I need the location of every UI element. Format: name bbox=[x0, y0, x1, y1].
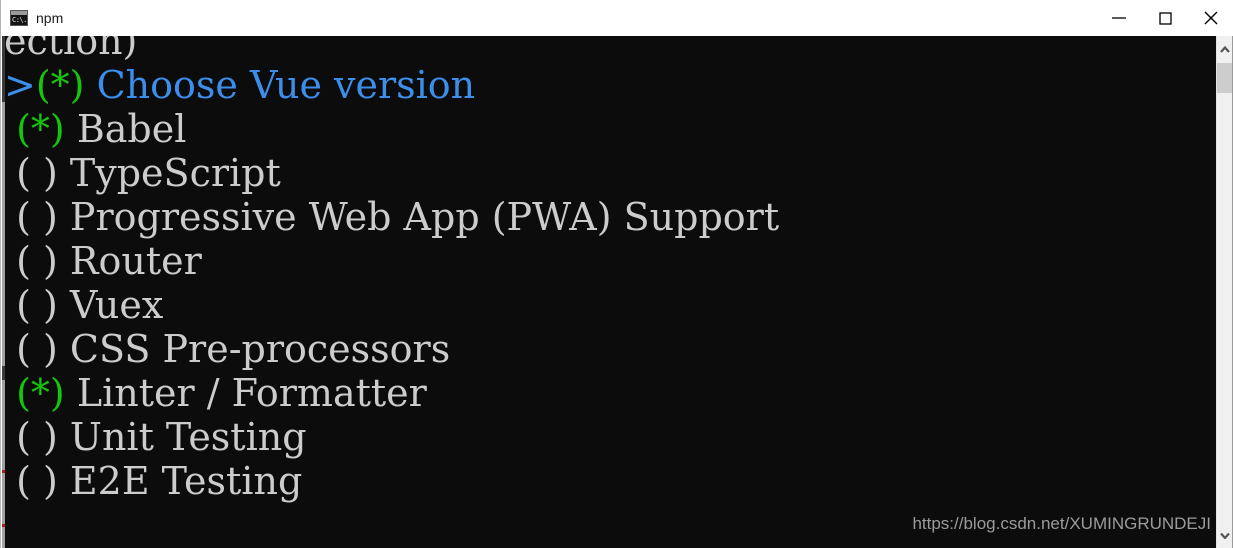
watermark-text: https://blog.csdn.net/XUMINGRUNDEJI bbox=[912, 514, 1211, 533]
window-left-edge-artifact bbox=[2, 36, 5, 548]
left-edge-notch bbox=[2, 36, 5, 102]
terminal-area[interactable]: ection) >(*) Choose Vue version (*) Babel… bbox=[2, 36, 1233, 548]
option-label[interactable]: Choose Vue version bbox=[97, 63, 476, 107]
prompt-option-row[interactable]: ( ) Router bbox=[2, 239, 1198, 283]
option-label[interactable]: Router bbox=[70, 239, 202, 283]
checkbox-unchecked-icon[interactable]: ( ) bbox=[16, 415, 58, 459]
checkbox-unchecked-icon[interactable]: ( ) bbox=[16, 151, 58, 195]
checkbox-unchecked-icon[interactable]: ( ) bbox=[16, 195, 58, 239]
option-label[interactable]: Linter / Formatter bbox=[77, 371, 427, 415]
selection-pointer-blank bbox=[4, 107, 16, 151]
option-label[interactable]: Progressive Web App (PWA) Support bbox=[70, 195, 779, 239]
checkbox-unchecked-icon[interactable]: ( ) bbox=[16, 459, 58, 503]
vertical-scrollbar[interactable] bbox=[1216, 36, 1233, 548]
selection-pointer-blank bbox=[4, 459, 16, 503]
option-label[interactable]: TypeScript bbox=[70, 151, 281, 195]
selection-pointer-blank bbox=[4, 239, 16, 283]
checkbox-checked-icon[interactable]: (*) bbox=[36, 63, 85, 107]
prompt-option-row[interactable]: ( ) E2E Testing bbox=[2, 459, 1198, 503]
prompt-option-row[interactable]: ( ) CSS Pre-processors bbox=[2, 327, 1198, 371]
option-label[interactable]: Vuex bbox=[70, 283, 163, 327]
prompt-option-row[interactable]: ( ) Progressive Web App (PWA) Support bbox=[2, 195, 1198, 239]
cmd-console-icon: C:\. bbox=[10, 10, 28, 26]
checkbox-unchecked-icon[interactable]: ( ) bbox=[16, 327, 58, 371]
selection-pointer-blank bbox=[4, 371, 16, 415]
option-spacer bbox=[58, 459, 70, 503]
option-label[interactable]: E2E Testing bbox=[70, 459, 302, 503]
prompt-option-row[interactable]: (*) Linter / Formatter bbox=[2, 371, 1198, 415]
scrollbar-thumb[interactable] bbox=[1217, 63, 1233, 93]
checkbox-unchecked-icon[interactable]: ( ) bbox=[16, 283, 58, 327]
option-spacer bbox=[58, 327, 70, 371]
option-spacer bbox=[85, 63, 97, 107]
option-label[interactable]: Babel bbox=[77, 107, 187, 151]
prompt-option-row[interactable]: ( ) Unit Testing bbox=[2, 415, 1198, 459]
checkbox-checked-icon[interactable]: (*) bbox=[16, 107, 65, 151]
terminal-screen[interactable]: ection) >(*) Choose Vue version (*) Babel… bbox=[2, 36, 1198, 548]
option-label[interactable]: CSS Pre-processors bbox=[70, 327, 450, 371]
window-titlebar[interactable]: C:\. npm bbox=[1, 0, 1233, 37]
minimize-button[interactable] bbox=[1096, 1, 1142, 35]
npm-console-window: C:\. npm ection) >(*) Choose Vue version… bbox=[0, 0, 1233, 548]
option-spacer bbox=[58, 195, 70, 239]
selection-pointer-icon: > bbox=[4, 63, 36, 107]
checkbox-unchecked-icon[interactable]: ( ) bbox=[16, 239, 58, 283]
terminal-output: ection) >(*) Choose Vue version (*) Babel… bbox=[2, 36, 1198, 503]
checkbox-checked-icon[interactable]: (*) bbox=[16, 371, 65, 415]
option-spacer bbox=[65, 371, 77, 415]
maximize-button[interactable] bbox=[1142, 1, 1188, 35]
prompt-option-row[interactable]: ( ) TypeScript bbox=[2, 151, 1198, 195]
option-spacer bbox=[65, 107, 77, 151]
terminal-partial-line: ection) bbox=[2, 36, 1198, 63]
selection-pointer-blank bbox=[4, 151, 16, 195]
window-title: npm bbox=[36, 10, 64, 26]
selection-pointer-blank bbox=[4, 415, 16, 459]
option-spacer bbox=[58, 283, 70, 327]
prompt-option-row[interactable]: ( ) Vuex bbox=[2, 283, 1198, 327]
selection-pointer-blank bbox=[4, 327, 16, 371]
cmd-icon-prompt: C:\. bbox=[11, 15, 27, 25]
scroll-down-arrow-icon[interactable] bbox=[1217, 522, 1233, 548]
option-label[interactable]: Unit Testing bbox=[70, 415, 307, 459]
terminal-partial-text: ection) bbox=[4, 36, 138, 63]
option-spacer bbox=[58, 239, 70, 283]
selection-pointer-blank bbox=[4, 195, 16, 239]
selection-pointer-blank bbox=[4, 283, 16, 327]
prompt-option-row[interactable]: (*) Babel bbox=[2, 107, 1198, 151]
left-edge-notch bbox=[2, 366, 5, 380]
close-button[interactable] bbox=[1188, 1, 1233, 35]
left-edge-dot bbox=[2, 470, 5, 473]
option-spacer bbox=[58, 151, 70, 195]
option-spacer bbox=[58, 415, 70, 459]
scroll-up-arrow-icon[interactable] bbox=[1217, 36, 1233, 62]
prompt-option-row[interactable]: >(*) Choose Vue version bbox=[2, 63, 1198, 107]
left-edge-dot bbox=[2, 524, 5, 527]
